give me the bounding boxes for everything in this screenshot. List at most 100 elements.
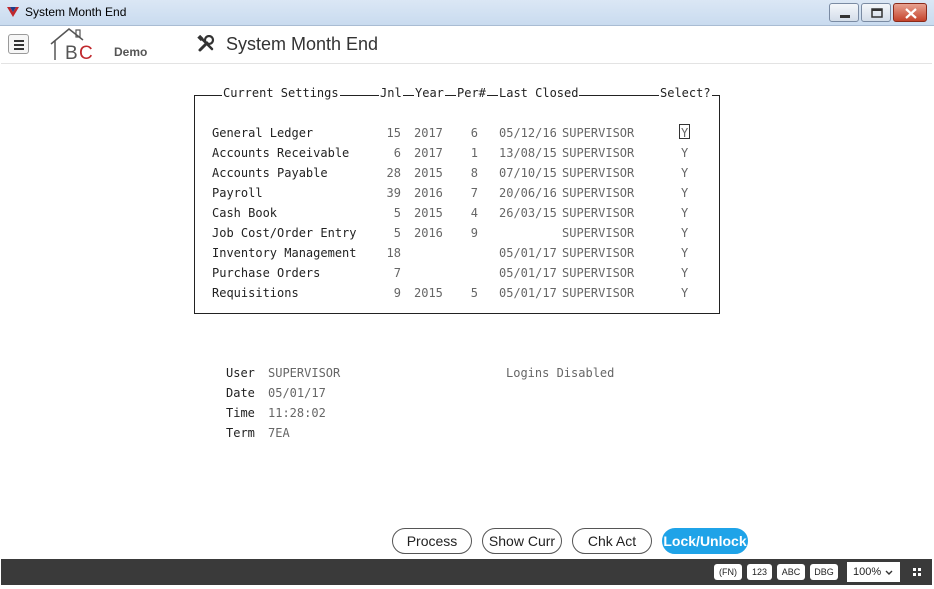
last-closed-date: 05/01/17 (499, 286, 557, 300)
module-name: Purchase Orders (212, 266, 321, 280)
period-value: 9 (470, 226, 478, 240)
logins-status: Logins Disabled (506, 366, 615, 380)
status-bar: (FN) 123 ABC DBG 100% (1, 559, 932, 585)
debug-button[interactable]: DBG (810, 564, 838, 580)
last-closed-user: SUPERVISOR (562, 206, 635, 220)
user-label: User (226, 366, 255, 380)
user-value: SUPERVISOR (268, 366, 341, 380)
last-closed-user: SUPERVISOR (562, 126, 635, 140)
date-value: 05/01/17 (268, 386, 326, 400)
lock-unlock-button[interactable]: Lock/Unlock (662, 528, 748, 554)
module-name: Requisitions (212, 286, 299, 300)
page-title: System Month End (226, 34, 379, 54)
table-row: Payroll 39 2016 7 20/06/16 SUPERVISOR Y (0, 186, 934, 206)
term-label: Term (226, 426, 255, 440)
select-value[interactable]: Y (681, 146, 691, 160)
table-row: General Ledger 15 2017 6 05/12/16 SUPERVISOR Y (0, 124, 934, 146)
period-value: 7 (470, 186, 478, 200)
period-value: 4 (470, 206, 478, 220)
jnl-value: 9 (393, 286, 401, 300)
numeric-mode-button[interactable]: 123 (747, 564, 772, 580)
last-closed-user: SUPERVISOR (562, 186, 635, 200)
app-icon (7, 7, 19, 17)
year-value: 2016 (414, 226, 443, 240)
jnl-value: 5 (393, 206, 401, 220)
window-title: System Month End (25, 5, 127, 19)
table-row: Inventory Management 18 05/01/17 SUPERVISOR… (0, 246, 934, 266)
select-value[interactable]: Y (681, 166, 691, 180)
year-value: 2016 (414, 186, 443, 200)
select-value[interactable]: Y (681, 286, 691, 300)
show-curr-button[interactable]: Show Curr (482, 528, 562, 554)
date-label: Date (226, 386, 255, 400)
year-value: 2015 (414, 206, 443, 220)
select-field-focus[interactable] (679, 124, 690, 139)
last-closed-user: SUPERVISOR (562, 286, 635, 300)
abc-logo: B C (50, 28, 93, 63)
jnl-value: 6 (393, 146, 401, 160)
column-header-per: Per# (456, 86, 487, 100)
period-value: 1 (470, 146, 478, 160)
settings-legend: Current Settings (222, 86, 340, 100)
column-header-jnl: Jnl (379, 86, 403, 100)
table-row: Requisitions 9 2015 5 05/01/17 SUPERVISOR Y (0, 286, 934, 306)
app-header: B C Demo System Month End (1, 27, 932, 64)
time-value: 11:28:02 (268, 406, 326, 420)
process-button[interactable]: Process (392, 528, 472, 554)
year-value: 2017 (414, 126, 443, 140)
select-value[interactable]: Y (681, 246, 691, 260)
period-value: 8 (470, 166, 478, 180)
last-closed-date: 13/08/15 (499, 146, 557, 160)
grid-icon[interactable] (913, 568, 921, 576)
term-value: 7EA (268, 426, 290, 440)
window-titlebar: System Month End (0, 0, 934, 26)
column-header-year: Year (414, 86, 445, 100)
jnl-value: 18 (386, 246, 401, 260)
module-name: Inventory Management (212, 246, 357, 260)
close-icon (905, 8, 917, 19)
last-closed-user: SUPERVISOR (562, 146, 635, 160)
period-value: 6 (470, 126, 478, 140)
jnl-value: 5 (393, 226, 401, 240)
maximize-button[interactable] (861, 3, 891, 22)
last-closed-user: SUPERVISOR (562, 266, 635, 280)
fn-key-button[interactable]: (FN) (714, 564, 742, 580)
column-header-last-closed: Last Closed (498, 86, 580, 100)
minimize-icon (840, 15, 850, 18)
module-name: Payroll (212, 186, 263, 200)
jnl-value: 7 (393, 266, 401, 280)
minimize-button[interactable] (829, 3, 859, 22)
select-value[interactable]: Y (681, 266, 691, 280)
module-name: Accounts Receivable (212, 146, 350, 160)
select-value[interactable]: Y (681, 206, 691, 220)
select-value[interactable]: Y (681, 226, 691, 240)
chk-act-button[interactable]: Chk Act (572, 528, 652, 554)
module-name: General Ledger (212, 126, 314, 140)
last-closed-date: 05/01/17 (499, 246, 557, 260)
hamburger-menu-button[interactable] (8, 34, 29, 54)
chevron-down-icon (885, 570, 893, 575)
zoom-select[interactable]: 100% (847, 562, 900, 582)
year-value: 2015 (414, 286, 443, 300)
tools-icon (197, 35, 215, 52)
logo-suffix: Demo (114, 45, 148, 59)
table-row: Job Cost/Order Entry 5 2016 9 SUPERVISOR Y (0, 226, 934, 246)
alpha-mode-button[interactable]: ABC (777, 564, 805, 580)
module-name: Cash Book (212, 206, 278, 220)
table-row: Purchase Orders 7 05/01/17 SUPERVISOR Y (0, 266, 934, 286)
zoom-value: 100% (853, 566, 882, 578)
hamburger-icon-bar (14, 44, 24, 46)
last-closed-user: SUPERVISOR (562, 166, 635, 180)
table-row: Accounts Payable 28 2015 8 07/10/15 SUPERVISO… (0, 166, 934, 186)
svg-text:C: C (79, 43, 93, 63)
close-button[interactable] (893, 3, 927, 22)
last-closed-date: 07/10/15 (499, 166, 557, 180)
table-row: Accounts Receivable 6 2017 1 13/08/15 SUPERVI… (0, 146, 934, 166)
select-value[interactable]: Y (681, 186, 691, 200)
module-name: Job Cost/Order Entry (212, 226, 357, 240)
hamburger-icon-bar (14, 48, 24, 50)
maximize-icon (871, 8, 883, 18)
last-closed-date: 20/06/16 (499, 186, 557, 200)
window-bottom-edge (0, 585, 934, 589)
jnl-value: 15 (386, 126, 401, 140)
